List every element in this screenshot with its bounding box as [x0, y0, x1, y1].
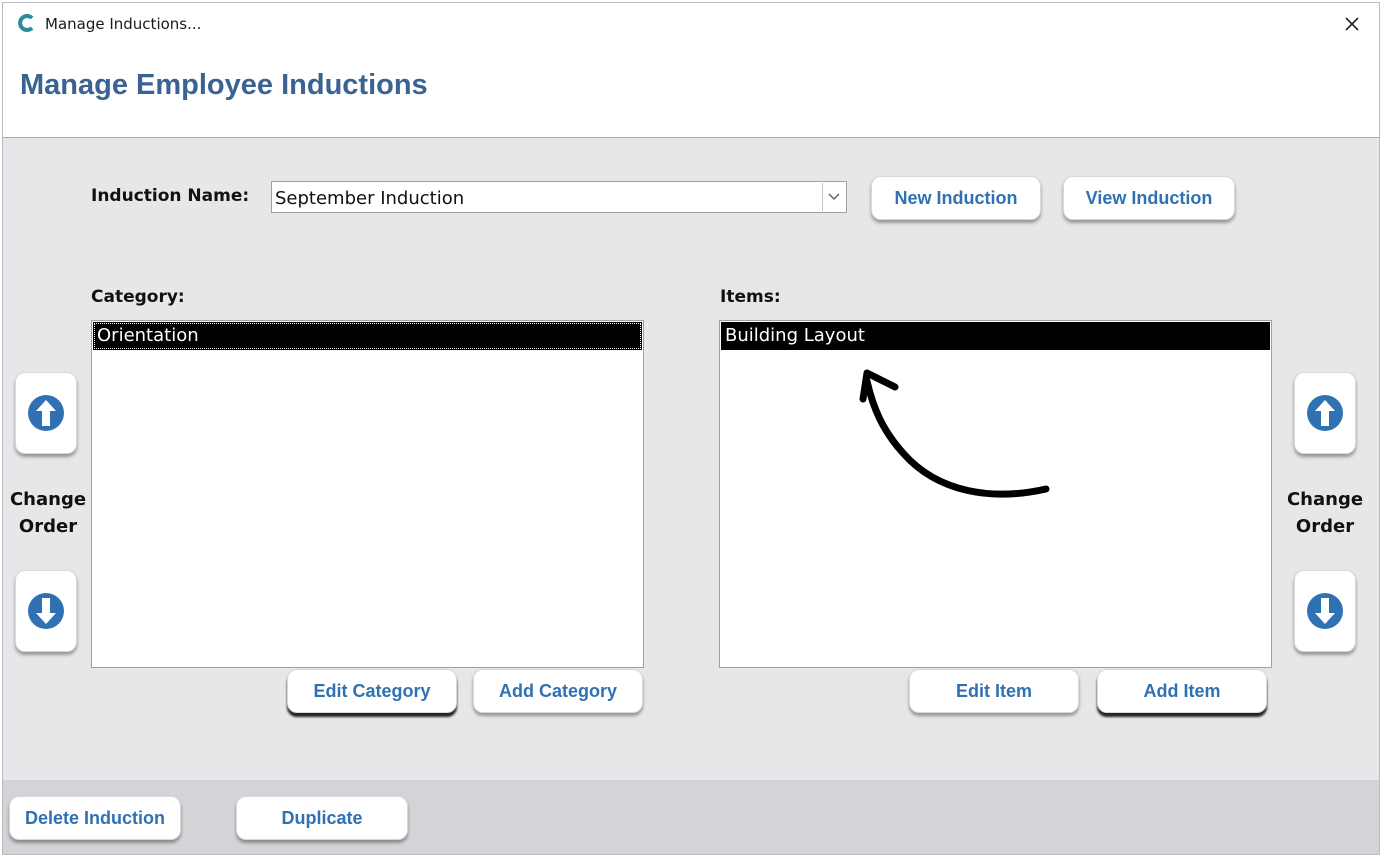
- header-panel: Manage Employee Inductions: [3, 45, 1379, 138]
- category-label: Category:: [91, 287, 185, 307]
- arrow-up-icon: [1307, 395, 1343, 431]
- arrow-up-icon: [28, 395, 64, 431]
- window-title: Manage Inductions...: [45, 15, 202, 33]
- footer-bar: Delete Induction Duplicate: [3, 780, 1379, 854]
- category-list-item[interactable]: Orientation: [93, 322, 642, 350]
- induction-name-label: Induction Name:: [91, 186, 250, 206]
- arrow-down-icon: [1307, 593, 1343, 629]
- delete-induction-button[interactable]: Delete Induction: [9, 796, 181, 840]
- view-induction-button[interactable]: View Induction: [1063, 176, 1235, 220]
- chevron-down-icon: [828, 193, 840, 200]
- arrow-down-icon: [28, 593, 64, 629]
- items-label: Items:: [720, 287, 781, 307]
- close-button[interactable]: [1335, 7, 1369, 41]
- category-move-down-button[interactable]: [15, 570, 77, 652]
- page-title: Manage Employee Inductions: [20, 69, 428, 101]
- add-item-button[interactable]: Add Item: [1097, 669, 1267, 713]
- new-induction-button[interactable]: New Induction: [871, 176, 1041, 220]
- category-move-up-button[interactable]: [15, 372, 77, 454]
- items-list-item[interactable]: Building Layout: [721, 322, 1270, 350]
- induction-name-dropdown[interactable]: September Induction: [271, 181, 847, 213]
- c-logo-icon: [18, 14, 34, 32]
- edit-item-button[interactable]: Edit Item: [909, 669, 1079, 713]
- category-listbox[interactable]: Orientation: [91, 320, 644, 668]
- title-bar: Manage Inductions...: [3, 3, 1379, 45]
- edit-category-button[interactable]: Edit Category: [287, 669, 457, 713]
- induction-name-value: September Induction: [275, 188, 465, 209]
- item-move-down-button[interactable]: [1294, 570, 1356, 652]
- right-change-order-label: Change Order: [1286, 489, 1364, 537]
- items-listbox[interactable]: Building Layout: [719, 320, 1272, 668]
- dropdown-button[interactable]: [822, 183, 845, 211]
- add-category-button[interactable]: Add Category: [473, 669, 643, 713]
- item-move-up-button[interactable]: [1294, 372, 1356, 454]
- left-change-order-label: Change Order: [9, 489, 87, 537]
- manage-inductions-window: Manage Inductions... Manage Employee Ind…: [2, 2, 1380, 855]
- duplicate-button[interactable]: Duplicate: [236, 796, 408, 840]
- close-icon: [1345, 17, 1359, 31]
